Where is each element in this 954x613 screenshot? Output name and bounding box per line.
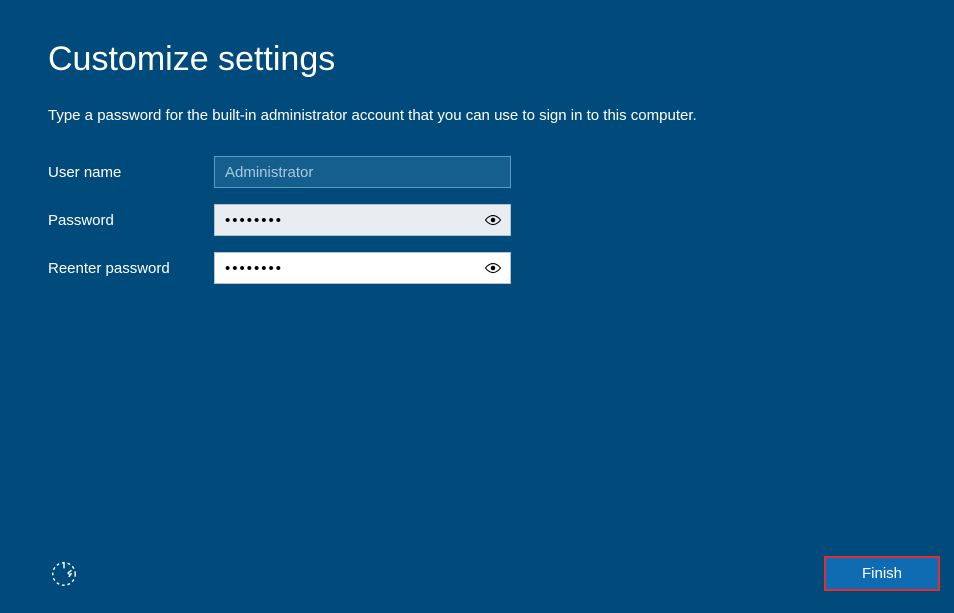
page-title: Customize settings — [48, 40, 906, 79]
label-reenter: Reenter password — [48, 260, 214, 277]
label-username: User name — [48, 164, 214, 181]
reveal-password-icon[interactable] — [483, 210, 503, 230]
password-field[interactable] — [214, 204, 511, 236]
input-wrap-password — [214, 204, 511, 236]
row-reenter: Reenter password — [48, 252, 906, 284]
row-password: Password — [48, 204, 906, 236]
page-subtitle: Type a password for the built-in adminis… — [48, 107, 906, 124]
reveal-reenter-icon[interactable] — [483, 258, 503, 278]
label-password: Password — [48, 212, 214, 229]
finish-button[interactable]: Finish — [824, 556, 940, 591]
username-field[interactable] — [214, 156, 511, 188]
accessibility-icon[interactable] — [48, 558, 80, 590]
reenter-password-field[interactable] — [214, 252, 511, 284]
row-username: User name — [48, 156, 906, 188]
footer: Finish — [0, 556, 954, 591]
input-wrap-username — [214, 156, 511, 188]
input-wrap-reenter — [214, 252, 511, 284]
